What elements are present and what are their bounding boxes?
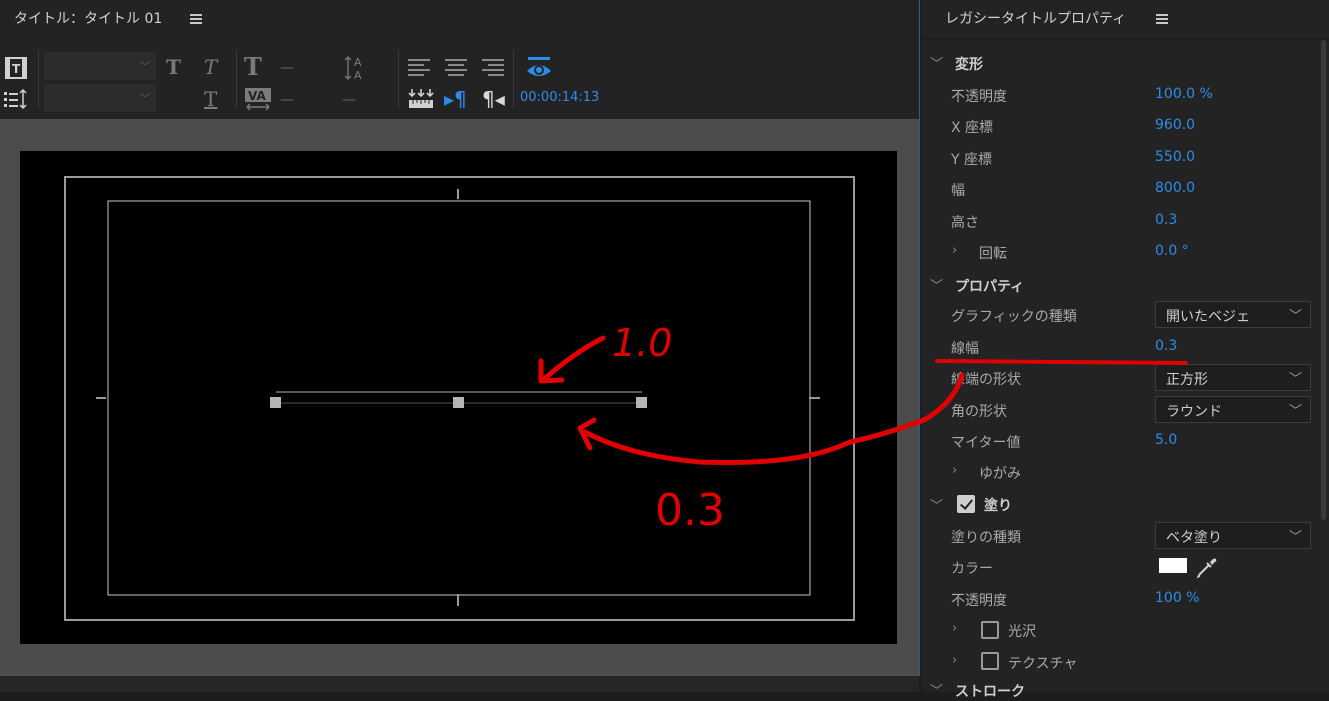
collapse-chevron-icon[interactable]: ﹀ bbox=[930, 495, 943, 514]
width-value[interactable]: 800.0 bbox=[1155, 180, 1195, 196]
title-tool-icon[interactable]: T bbox=[5, 57, 27, 79]
cap-type-label: 線端の形状 bbox=[951, 372, 1021, 388]
fill-opacity-label: 不透明度 bbox=[951, 593, 1007, 609]
paragraph-rtl-icon[interactable]: ▸¶ bbox=[444, 88, 467, 110]
font-size-icon[interactable]: T bbox=[244, 55, 262, 79]
timecode[interactable]: 00:00:14:13 bbox=[520, 90, 599, 105]
line-width-value[interactable]: 0.3 bbox=[1155, 338, 1177, 354]
sheen-label: 光沢 bbox=[1008, 624, 1036, 640]
fill-checkbox[interactable] bbox=[957, 495, 975, 513]
transform-opacity-label: 不透明度 bbox=[951, 89, 1007, 105]
join-type-label: 角の形状 bbox=[951, 404, 1007, 420]
fill-opacity-value[interactable]: 100 % bbox=[1155, 590, 1199, 606]
font-family-dropdown[interactable]: ﹀ bbox=[44, 52, 156, 80]
show-background-video-icon[interactable] bbox=[526, 56, 552, 80]
align-left-icon[interactable] bbox=[408, 58, 432, 78]
selection-handle-center bbox=[453, 397, 464, 408]
leading-icon[interactable]: A A bbox=[344, 54, 372, 82]
italic-icon[interactable]: T bbox=[204, 56, 217, 78]
y-position-label: Y 座標 bbox=[951, 152, 993, 168]
fill-color-label: カラー bbox=[951, 561, 993, 577]
paragraph-ltr-icon[interactable]: ¶◂ bbox=[482, 88, 505, 110]
graphic-type-label: グラフィックの種類 bbox=[951, 309, 1077, 325]
cap-type-dropdown[interactable]: 正方形 ﹀ bbox=[1155, 364, 1311, 391]
bold-icon[interactable]: T bbox=[166, 56, 181, 78]
y-position-value[interactable]: 550.0 bbox=[1155, 149, 1195, 165]
svg-text:A: A bbox=[354, 69, 362, 82]
expand-chevron-icon[interactable]: › bbox=[952, 463, 957, 478]
svg-text:VA: VA bbox=[248, 89, 266, 103]
line-width-label: 線幅 bbox=[951, 341, 979, 357]
align-center-icon[interactable] bbox=[445, 58, 469, 78]
properties-panel-title[interactable]: レガシータイトルプロパティ bbox=[945, 8, 1126, 28]
rotation-value[interactable]: 0.0 ° bbox=[1155, 243, 1189, 259]
collapse-chevron-icon[interactable]: ﹀ bbox=[930, 53, 943, 72]
expand-chevron-icon[interactable]: › bbox=[952, 243, 957, 258]
tab-stops-icon[interactable] bbox=[4, 89, 28, 109]
svg-text:A: A bbox=[354, 56, 362, 69]
canvas-bottom-bar bbox=[0, 676, 919, 692]
svg-text:T: T bbox=[12, 62, 21, 76]
title-toolbar: T ﹀ ﹀ T T T T — VA — A A — ▸¶ ¶◂ bbox=[0, 44, 919, 118]
fill-type-dropdown[interactable]: ベタ塗り ﹀ bbox=[1155, 522, 1311, 549]
join-type-dropdown[interactable]: ラウンド ﹀ bbox=[1155, 396, 1311, 423]
texture-checkbox[interactable] bbox=[981, 652, 999, 670]
font-style-dropdown[interactable]: ﹀ bbox=[44, 84, 156, 112]
title-tab[interactable]: タイトル：タイトル 01 bbox=[14, 8, 162, 28]
width-label: 幅 bbox=[951, 183, 965, 199]
miter-limit-label: マイター値 bbox=[951, 435, 1021, 451]
properties-menu-icon[interactable] bbox=[1156, 14, 1168, 24]
panel-focus-border bbox=[919, 0, 920, 676]
fill-section-header[interactable]: 塗り bbox=[984, 495, 1012, 515]
fill-color-swatch[interactable] bbox=[1159, 558, 1187, 573]
kerning-icon[interactable]: VA bbox=[244, 87, 272, 111]
align-right-icon[interactable] bbox=[482, 58, 506, 78]
expand-chevron-icon[interactable]: › bbox=[952, 621, 957, 636]
title-panel-header: タイトル：タイトル 01 bbox=[0, 0, 919, 38]
expand-chevron-icon[interactable]: › bbox=[952, 653, 957, 668]
eyedropper-icon[interactable] bbox=[1196, 556, 1218, 578]
underline-icon[interactable]: T bbox=[204, 88, 217, 110]
height-label: 高さ bbox=[951, 215, 979, 231]
graphic-type-dropdown[interactable]: 開いたベジェ ﹀ bbox=[1155, 301, 1311, 328]
properties-scrollbar[interactable] bbox=[1321, 40, 1326, 520]
tab-stop-ruler-icon[interactable] bbox=[408, 87, 434, 111]
selection-handle-left bbox=[270, 397, 281, 408]
panel-menu-icon[interactable] bbox=[190, 14, 202, 24]
collapse-chevron-icon[interactable]: ﹀ bbox=[930, 275, 943, 294]
stroke-section-header[interactable]: ストローク bbox=[955, 681, 1025, 701]
sheen-checkbox[interactable] bbox=[981, 621, 999, 639]
x-position-value[interactable]: 960.0 bbox=[1155, 117, 1195, 133]
texture-label: テクスチャ bbox=[1008, 656, 1078, 672]
collapse-chevron-icon[interactable]: ﹀ bbox=[930, 680, 943, 699]
title-canvas[interactable] bbox=[20, 151, 897, 644]
transform-section-header[interactable]: 変形 bbox=[955, 54, 983, 74]
miter-limit-value[interactable]: 5.0 bbox=[1155, 432, 1177, 448]
transform-opacity-value[interactable]: 100.0 % bbox=[1155, 86, 1213, 102]
height-value[interactable]: 0.3 bbox=[1155, 212, 1177, 228]
selection-handle-right bbox=[636, 397, 647, 408]
distort-label[interactable]: ゆがみ bbox=[979, 463, 1021, 483]
x-position-label: X 座標 bbox=[951, 120, 994, 136]
rotation-label: 回転 bbox=[979, 246, 1007, 262]
fill-type-label: 塗りの種類 bbox=[951, 530, 1021, 546]
properties-section-header[interactable]: プロパティ bbox=[955, 276, 1024, 296]
